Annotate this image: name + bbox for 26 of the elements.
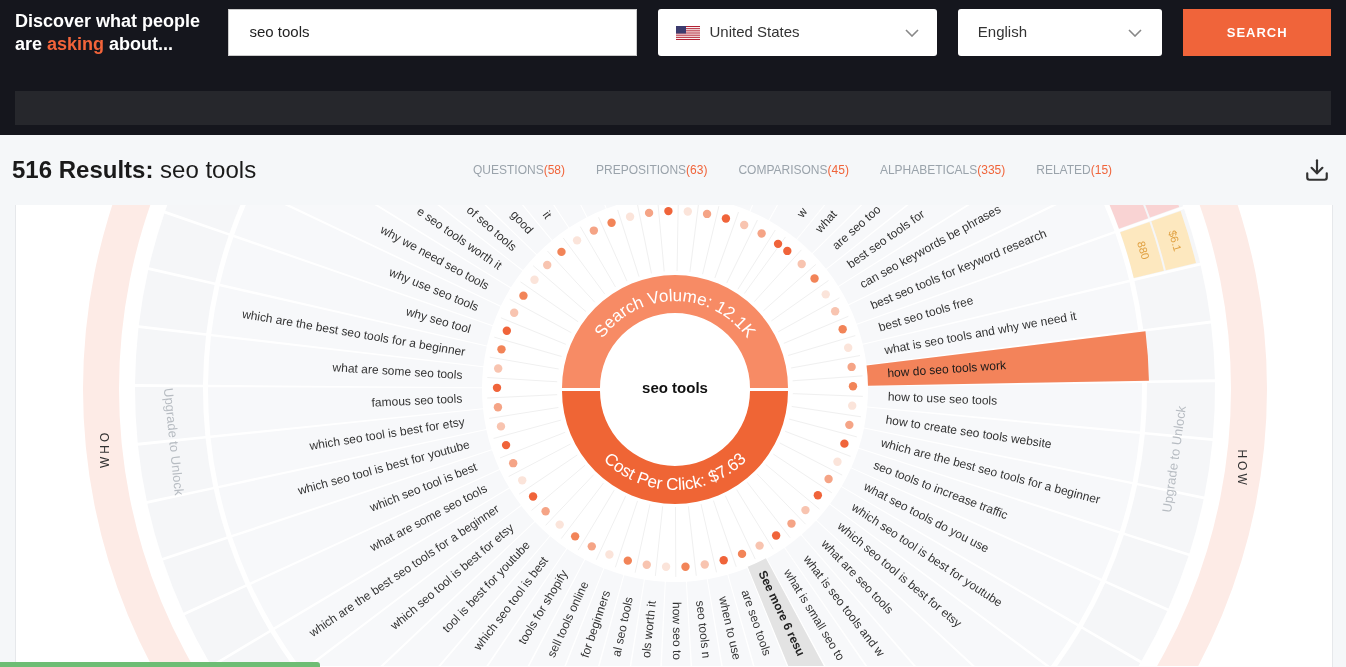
us-flag-icon bbox=[676, 25, 701, 40]
question-label[interactable]: w bbox=[793, 205, 811, 221]
section-label: HOW bbox=[1235, 449, 1250, 488]
question-label[interactable]: how do seo tools work bbox=[886, 358, 1007, 381]
data-wedge bbox=[1143, 323, 1215, 381]
question-label[interactable]: what are some seo tools bbox=[332, 360, 463, 383]
headline: Discover what people are asking about... bbox=[15, 9, 202, 56]
question-label[interactable]: ols worth it bbox=[638, 600, 659, 659]
question-label[interactable]: how seo to bbox=[669, 601, 684, 661]
download-icon[interactable] bbox=[1304, 157, 1330, 183]
chevron-down-icon bbox=[1128, 28, 1143, 37]
question-label[interactable]: when to use bbox=[716, 595, 744, 662]
results-title: 516 Results: seo tools bbox=[12, 155, 258, 185]
language-select[interactable]: English bbox=[957, 9, 1163, 56]
question-label[interactable]: it bbox=[539, 208, 555, 222]
question-label[interactable]: how to use seo tools bbox=[887, 389, 998, 408]
question-label[interactable]: al seo tools bbox=[609, 595, 636, 658]
metric-value: 880 bbox=[1135, 239, 1152, 261]
chevron-down-icon bbox=[904, 28, 919, 37]
question-label[interactable]: famous seo tools bbox=[371, 391, 463, 410]
center-keyword: seo tools bbox=[642, 378, 708, 396]
metric-value: $6.1 bbox=[1166, 228, 1184, 253]
question-label[interactable]: seo tools n bbox=[693, 599, 714, 659]
search-field[interactable]: seo tools bbox=[228, 9, 638, 56]
country-select[interactable]: United States bbox=[658, 9, 937, 56]
section-label: WHO bbox=[98, 429, 113, 468]
